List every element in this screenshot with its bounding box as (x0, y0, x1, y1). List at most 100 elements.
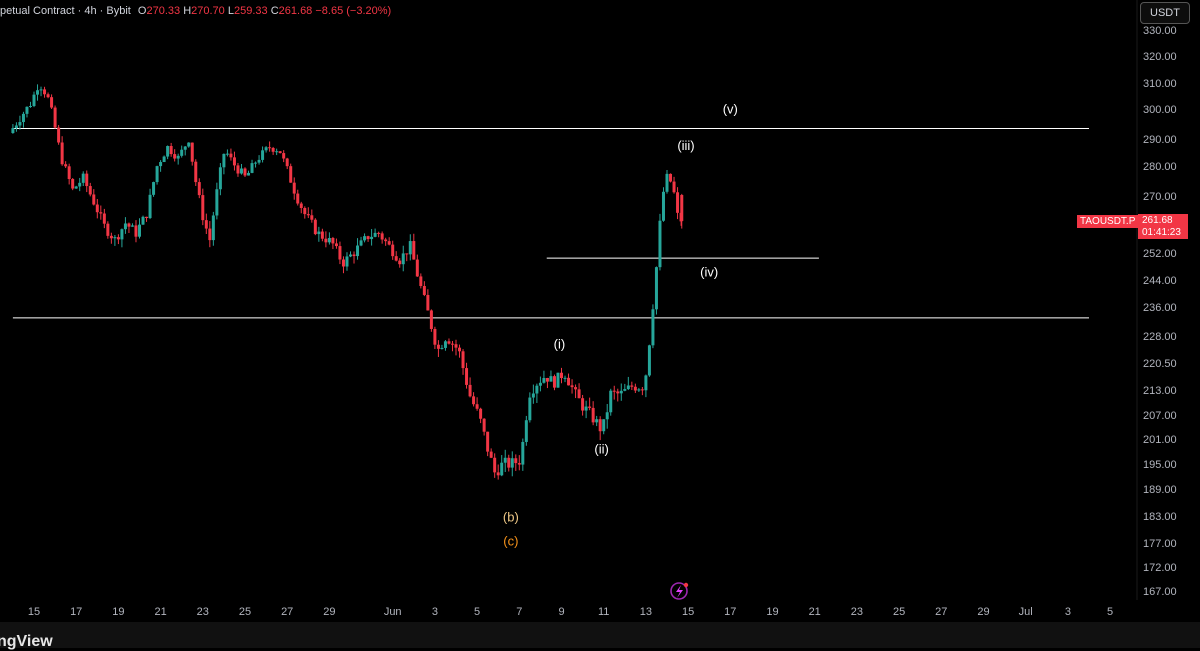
currency-button[interactable]: USDT (1140, 2, 1190, 24)
candle-body (183, 146, 187, 150)
candle-body (148, 194, 152, 219)
price-tick-label: 330.00 (1143, 25, 1177, 37)
candle-body (257, 159, 261, 163)
candle-body (661, 191, 665, 221)
candle-body (563, 377, 567, 379)
candle-body (250, 163, 254, 173)
chart-legend: petual Contract · 4h · Bybit O270.33 H27… (0, 5, 391, 17)
wave-label: (iv) (700, 265, 718, 280)
candle-body (637, 389, 641, 391)
price-tick-label: 177.00 (1143, 538, 1177, 550)
candle-body (225, 153, 229, 155)
candle-body (306, 214, 310, 216)
candle-body (64, 164, 68, 167)
candle-body (472, 396, 476, 405)
time-tick-label: 15 (28, 606, 40, 618)
time-tick-label: 21 (154, 606, 166, 618)
high-label: H (183, 5, 192, 17)
candle-body (229, 153, 233, 158)
candle-body (447, 341, 451, 344)
time-tick-label: 23 (851, 606, 863, 618)
candle-body (81, 173, 85, 183)
close-value: 261.68 (278, 5, 313, 17)
candle-body (680, 195, 684, 221)
candle-body (665, 173, 669, 192)
candle-body (658, 220, 662, 268)
candle-body (517, 463, 521, 465)
time-tick-label: 25 (893, 606, 905, 618)
candle-body (169, 146, 173, 155)
candle-body (640, 389, 644, 391)
time-tick-label: 5 (1107, 606, 1113, 618)
price-tick-label: 290.00 (1143, 134, 1177, 146)
time-tick-label: 3 (1065, 606, 1071, 618)
candle-body (92, 194, 96, 205)
time-tick-label: 29 (977, 606, 989, 618)
candle-body (623, 389, 627, 391)
candle-body (605, 412, 609, 420)
time-tick-label: Jul (1019, 606, 1033, 618)
candle-body (313, 219, 317, 235)
candle-body (461, 351, 465, 369)
candle-body (218, 167, 222, 190)
candle-body (535, 385, 539, 394)
candle-body (577, 389, 581, 399)
candle-body (21, 113, 25, 123)
candle-body (162, 156, 166, 163)
candle-body (500, 462, 504, 476)
candle-body (489, 451, 493, 458)
symbol-price-tag: TAOUSDT.P (1077, 215, 1139, 228)
candle-body (43, 89, 47, 95)
price-tick-label: 236.00 (1143, 302, 1177, 314)
candle-body (53, 107, 57, 128)
candle-body (334, 243, 338, 247)
candle-body (211, 215, 215, 241)
time-tick-label: 23 (197, 606, 209, 618)
price-tick-label: 252.00 (1143, 248, 1177, 260)
candle-body (278, 151, 282, 154)
candle-body (450, 343, 454, 345)
time-tick-label: 29 (323, 606, 335, 618)
time-tick-label: 27 (281, 606, 293, 618)
symbol-title: petual Contract · 4h · Bybit (0, 5, 131, 17)
bar-countdown: 01:41:23 (1142, 227, 1181, 238)
candle-body (141, 216, 145, 225)
candle-body (99, 212, 103, 214)
candle-body (419, 276, 423, 287)
candle-body (71, 179, 75, 189)
candle-body (215, 189, 219, 216)
candle-body (644, 375, 648, 391)
candle-body (377, 232, 381, 234)
candle-body (654, 267, 658, 310)
candle-body (39, 89, 43, 91)
candle-body (356, 245, 360, 257)
price-tick-label: 195.00 (1143, 459, 1177, 471)
candle-body (454, 344, 458, 348)
candle-body (651, 309, 655, 346)
candle-body (271, 147, 275, 152)
price-tick-label: 310.00 (1143, 78, 1177, 90)
price-tick-label: 172.00 (1143, 562, 1177, 574)
candle-body (50, 97, 54, 108)
candle-body (443, 341, 447, 348)
price-tick-label: 167.00 (1143, 586, 1177, 598)
candle-body (14, 125, 18, 129)
price-chart[interactable]: (v)(iii)(iv)(i)(ii)(b)(c) 330.00320.0031… (0, 0, 1200, 648)
candle-body (619, 390, 623, 394)
candle-body (190, 142, 194, 162)
candle-body (261, 150, 265, 160)
candle-body (387, 241, 391, 245)
price-tick-label: 244.00 (1143, 275, 1177, 287)
candle-body (391, 244, 395, 257)
candle-body (138, 224, 141, 237)
candle-body (120, 229, 124, 240)
candle-body (341, 259, 345, 267)
candle-body (194, 161, 198, 183)
candle-body (102, 213, 106, 224)
candle-body (88, 186, 92, 195)
time-tick-label: Jun (384, 606, 402, 618)
candle-body (113, 237, 117, 239)
candle-body (264, 147, 268, 151)
candle-body (145, 216, 149, 219)
candle-body (222, 153, 226, 168)
